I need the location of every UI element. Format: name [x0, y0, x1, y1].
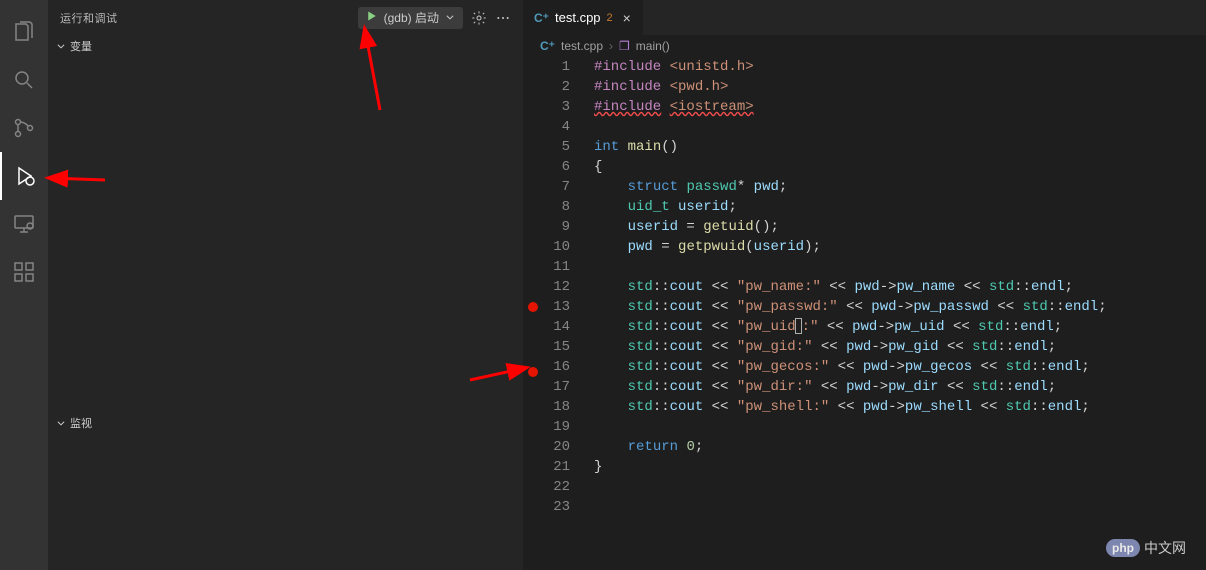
sidebar-header: 运行和调试 (gdb) 启动: [48, 0, 523, 35]
line-number: 4: [542, 117, 570, 137]
sidebar-title: 运行和调试: [60, 10, 118, 26]
code-line[interactable]: #include <pwd.h>: [594, 77, 1206, 97]
line-number-gutter: 1234567891011121314151617181920212223: [542, 57, 584, 570]
activity-scm-icon[interactable]: [0, 104, 48, 152]
activity-extensions-icon[interactable]: [0, 248, 48, 296]
line-number: 1: [542, 57, 570, 77]
code-line[interactable]: [594, 257, 1206, 277]
cpp-file-icon: C⁺: [540, 39, 555, 53]
code-line[interactable]: userid = getuid();: [594, 217, 1206, 237]
line-number: 2: [542, 77, 570, 97]
line-number: 10: [542, 237, 570, 257]
line-number: 8: [542, 197, 570, 217]
line-number: 3: [542, 97, 570, 117]
code-line[interactable]: std::cout << "pw_dir:" << pwd->pw_dir <<…: [594, 377, 1206, 397]
breadcrumb[interactable]: C⁺ test.cpp › ❒ main(): [524, 35, 1206, 57]
code-content[interactable]: #include <unistd.h>#include <pwd.h>#incl…: [584, 57, 1206, 570]
code-line[interactable]: std::cout << "pw_passwd:" << pwd->pw_pas…: [594, 297, 1206, 317]
line-number: 18: [542, 397, 570, 417]
line-number: 20: [542, 437, 570, 457]
breadcrumb-symbol: main(): [636, 39, 670, 53]
code-line[interactable]: struct passwd* pwd;: [594, 177, 1206, 197]
code-line[interactable]: [594, 477, 1206, 497]
code-line[interactable]: {: [594, 157, 1206, 177]
line-number: 16: [542, 357, 570, 377]
line-number: 15: [542, 337, 570, 357]
line-number: 12: [542, 277, 570, 297]
code-line[interactable]: return 0;: [594, 437, 1206, 457]
watch-label: 监视: [70, 415, 92, 431]
tab-dirty-indicator: 2: [607, 12, 613, 24]
tab-test-cpp[interactable]: C⁺ test.cpp 2 ×: [524, 0, 644, 35]
line-number: 14: [542, 317, 570, 337]
variables-label: 变量: [70, 38, 92, 54]
code-line[interactable]: [594, 117, 1206, 137]
code-line[interactable]: std::cout << "pw_gecos:" << pwd->pw_geco…: [594, 357, 1206, 377]
cpp-file-icon: C⁺: [534, 11, 549, 25]
chevron-right-icon: ›: [609, 39, 613, 53]
breakpoint-dot[interactable]: [528, 302, 538, 312]
gear-icon[interactable]: [471, 10, 487, 26]
activity-search-icon[interactable]: [0, 56, 48, 104]
more-icon[interactable]: [495, 10, 511, 26]
sidebar-actions: (gdb) 启动: [358, 7, 511, 29]
line-number: 23: [542, 497, 570, 517]
line-number: 17: [542, 377, 570, 397]
code-line[interactable]: pwd = getpwuid(userid);: [594, 237, 1206, 257]
code-line[interactable]: [594, 497, 1206, 517]
watermark: php 中文网: [1106, 538, 1186, 558]
chevron-down-icon: [56, 418, 66, 428]
breadcrumb-file: test.cpp: [561, 39, 603, 53]
code-line[interactable]: uid_t userid;: [594, 197, 1206, 217]
php-badge: php: [1106, 539, 1140, 557]
breakpoint-gutter[interactable]: [524, 57, 542, 570]
line-number: 7: [542, 177, 570, 197]
activity-files-icon[interactable]: [0, 8, 48, 56]
code-line[interactable]: [594, 417, 1206, 437]
close-icon[interactable]: ×: [623, 10, 631, 26]
code-line[interactable]: std::cout << "pw_gid:" << pwd->pw_gid <<…: [594, 337, 1206, 357]
variables-body: [48, 57, 523, 412]
watch-body: [48, 434, 523, 570]
line-number: 19: [542, 417, 570, 437]
tab-filename: test.cpp: [555, 10, 601, 25]
watch-section-header[interactable]: 监视: [48, 412, 523, 434]
activity-bar: [0, 0, 48, 570]
editor-area: C⁺ test.cpp 2 × C⁺ test.cpp › ❒ main() 1…: [524, 0, 1206, 570]
code-line[interactable]: std::cout << "pw_uid:" << pwd->pw_uid <<…: [594, 317, 1206, 337]
debug-config-selector[interactable]: (gdb) 启动: [358, 7, 463, 29]
line-number: 6: [542, 157, 570, 177]
code-area[interactable]: 1234567891011121314151617181920212223 #i…: [524, 57, 1206, 570]
line-number: 21: [542, 457, 570, 477]
code-line[interactable]: int main(): [594, 137, 1206, 157]
chevron-down-icon: [445, 11, 455, 25]
code-line[interactable]: #include <unistd.h>: [594, 57, 1206, 77]
line-number: 5: [542, 137, 570, 157]
line-number: 22: [542, 477, 570, 497]
cube-icon: ❒: [619, 39, 630, 53]
code-line[interactable]: std::cout << "pw_shell:" << pwd->pw_shel…: [594, 397, 1206, 417]
chevron-down-icon: [56, 41, 66, 51]
code-line[interactable]: }: [594, 457, 1206, 477]
activity-remote-icon[interactable]: [0, 200, 48, 248]
play-icon: [366, 10, 378, 25]
debug-sidebar: 运行和调试 (gdb) 启动 变量 监视: [48, 0, 524, 570]
activity-run-debug-icon[interactable]: [0, 152, 48, 200]
code-line[interactable]: std::cout << "pw_name:" << pwd->pw_name …: [594, 277, 1206, 297]
tab-bar: C⁺ test.cpp 2 ×: [524, 0, 1206, 35]
debug-config-label: (gdb) 启动: [384, 9, 439, 26]
watermark-text: 中文网: [1144, 538, 1186, 558]
variables-section-header[interactable]: 变量: [48, 35, 523, 57]
line-number: 11: [542, 257, 570, 277]
code-line[interactable]: #include <iostream>: [594, 97, 1206, 117]
line-number: 13: [542, 297, 570, 317]
line-number: 9: [542, 217, 570, 237]
breakpoint-dot[interactable]: [528, 367, 538, 377]
